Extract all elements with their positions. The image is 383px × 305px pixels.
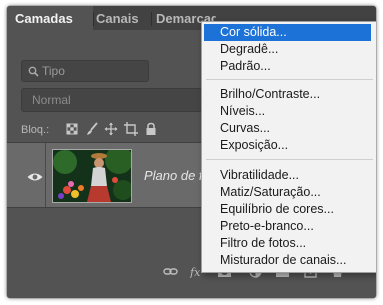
tab-layers[interactable]: Camadas bbox=[7, 6, 93, 30]
filter-placeholder: Tipo bbox=[42, 64, 65, 78]
move-icon[interactable] bbox=[104, 122, 118, 136]
crop-icon[interactable] bbox=[124, 122, 138, 136]
svg-text:fx: fx bbox=[189, 266, 201, 278]
menu-item-label: Matiz/Saturação... bbox=[220, 185, 321, 199]
menu-item-label: Curvas... bbox=[220, 121, 271, 135]
menu-item-black-white[interactable]: Preto-e-branco... bbox=[202, 218, 376, 235]
menu-item-photo-filter[interactable]: Filtro de fotos... bbox=[202, 235, 376, 252]
menu-item-levels[interactable]: Níveis... bbox=[202, 103, 376, 120]
menu-item-channel-mixer[interactable]: Misturador de canais... bbox=[202, 252, 376, 269]
menu-item-label: Filtro de fotos... bbox=[220, 236, 307, 250]
menu-item-pattern[interactable]: Padrão... bbox=[202, 58, 376, 75]
lock-label: Bloq.: bbox=[21, 124, 50, 136]
layer-thumbnail[interactable] bbox=[52, 149, 132, 203]
menu-item-label: Preto-e-branco... bbox=[220, 219, 314, 233]
menu-item-label: Cor sólida... bbox=[220, 25, 287, 39]
eye-icon[interactable] bbox=[27, 172, 43, 182]
blend-mode-select[interactable]: Normal bbox=[21, 88, 203, 112]
menu-item-solid-color[interactable]: Cor sólida... bbox=[204, 24, 371, 41]
menu-item-curves[interactable]: Curvas... bbox=[202, 120, 376, 137]
menu-item-label: Misturador de canais... bbox=[220, 253, 347, 267]
adjustment-layer-menu: Cor sólida... Degradê... Padrão... Brilh… bbox=[201, 21, 376, 273]
window-frame: Camadas Canais Demarcadores Tipo Normal … bbox=[7, 6, 376, 298]
search-icon bbox=[28, 61, 39, 84]
menu-item-exposure[interactable]: Exposição... bbox=[202, 137, 376, 154]
menu-item-hue-saturation[interactable]: Matiz/Saturação... bbox=[202, 184, 376, 201]
brush-icon[interactable] bbox=[85, 122, 99, 136]
menu-item-label: Níveis... bbox=[220, 104, 266, 118]
lock-icon[interactable] bbox=[144, 122, 158, 136]
menu-item-gradient[interactable]: Degradê... bbox=[202, 41, 376, 58]
divider bbox=[45, 143, 46, 207]
menu-separator bbox=[206, 159, 373, 160]
menu-item-vibrance[interactable]: Vibratilidade... bbox=[202, 167, 376, 184]
menu-item-brightness-contrast[interactable]: Brilho/Contraste... bbox=[202, 86, 376, 103]
tab-channels[interactable]: Canais bbox=[94, 6, 152, 30]
menu-item-label: Brilho/Contraste... bbox=[220, 87, 321, 101]
blend-mode-value: Normal bbox=[32, 93, 71, 107]
lock-pixels-icon[interactable] bbox=[65, 122, 79, 136]
menu-item-label: Degradê... bbox=[220, 42, 279, 56]
tab-layers-label: Camadas bbox=[15, 11, 73, 26]
tab-channels-label: Canais bbox=[96, 11, 139, 26]
menu-item-label: Padrão... bbox=[220, 59, 271, 73]
layer-filter-input[interactable]: Tipo bbox=[21, 60, 149, 82]
link-icon[interactable] bbox=[163, 265, 178, 278]
menu-item-color-balance[interactable]: Equilíbrio de cores... bbox=[202, 201, 376, 218]
menu-item-label: Exposição... bbox=[220, 138, 289, 152]
menu-item-label: Vibratilidade... bbox=[220, 168, 299, 182]
menu-separator bbox=[206, 79, 373, 80]
menu-item-label: Equilíbrio de cores... bbox=[220, 202, 334, 216]
